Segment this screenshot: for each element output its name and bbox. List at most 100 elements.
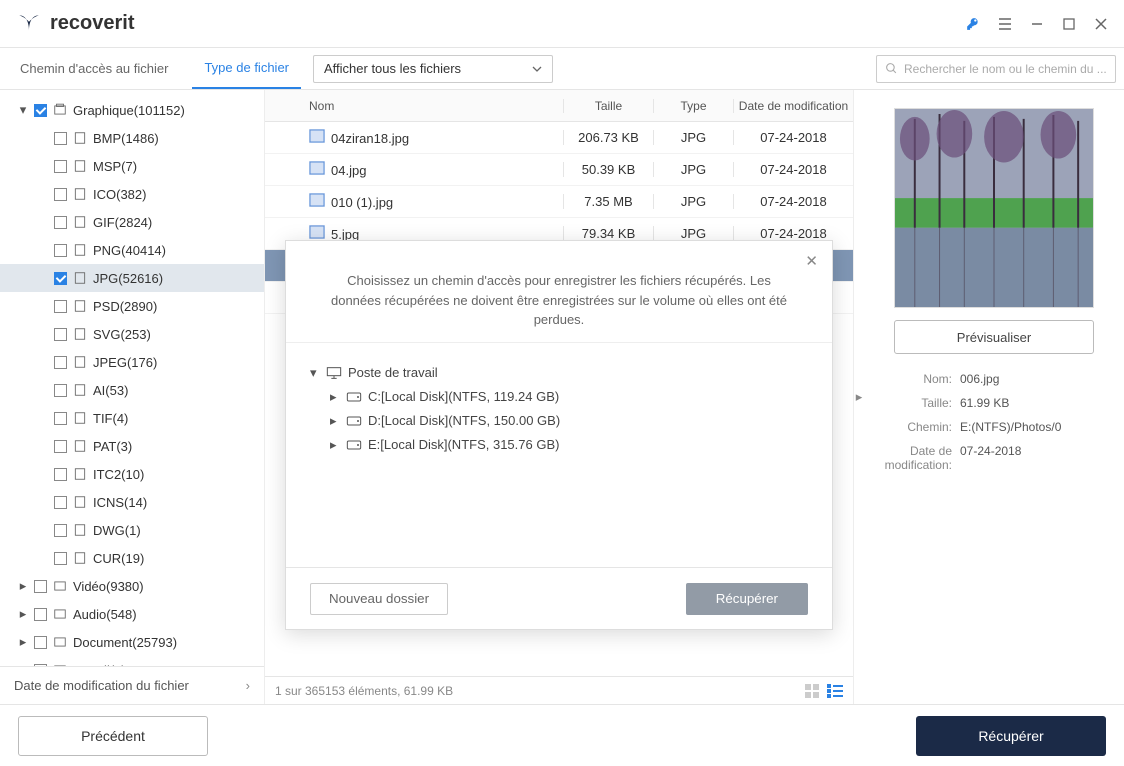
tree-category[interactable]: ▸ E-mail(2) [0, 656, 264, 666]
checkbox[interactable] [54, 132, 67, 145]
date-filter[interactable]: Date de modification du fichier › [0, 666, 264, 704]
checkbox[interactable] [54, 384, 67, 397]
folder-icon [53, 103, 67, 117]
dialog-disk-item[interactable]: ▸ D:[Local Disk](NTFS, 150.00 GB) [302, 409, 816, 433]
header-date[interactable]: Date de modification [733, 99, 853, 113]
checkbox[interactable] [54, 356, 67, 369]
minimize-icon[interactable] [1030, 17, 1044, 31]
checkbox[interactable] [54, 468, 67, 481]
tree-label: AI(53) [93, 383, 128, 398]
tree-root-graphique[interactable]: ▾ Graphique(101152) [0, 96, 264, 124]
image-icon [309, 129, 325, 143]
tree-label: SVG(253) [93, 327, 151, 342]
tree-item[interactable]: JPEG(176) [0, 348, 264, 376]
maximize-icon[interactable] [1062, 17, 1076, 31]
tree-item[interactable]: MSP(7) [0, 152, 264, 180]
checkbox[interactable] [54, 412, 67, 425]
tree-item[interactable]: DWG(1) [0, 516, 264, 544]
tree-item[interactable]: ICNS(14) [0, 488, 264, 516]
new-folder-button[interactable]: Nouveau dossier [310, 583, 448, 615]
checkbox[interactable] [34, 636, 47, 649]
tree-item[interactable]: ICO(382) [0, 180, 264, 208]
search-input[interactable] [904, 62, 1107, 76]
tree-label: TIF(4) [93, 411, 128, 426]
disk-icon [346, 415, 362, 427]
image-icon [309, 161, 325, 175]
tree-item[interactable]: ITC2(10) [0, 460, 264, 488]
checkbox[interactable] [54, 244, 67, 257]
file-icon [73, 467, 87, 481]
checkbox[interactable] [54, 496, 67, 509]
header-size[interactable]: Taille [563, 99, 653, 113]
tree-category[interactable]: ▸ Vidéo(9380) [0, 572, 264, 600]
tree-item[interactable]: PAT(3) [0, 432, 264, 460]
tree-item[interactable]: SVG(253) [0, 320, 264, 348]
audio-icon [53, 607, 67, 621]
file-icon [73, 187, 87, 201]
previous-button[interactable]: Précédent [18, 716, 208, 756]
checkbox[interactable] [54, 272, 67, 285]
tree-label: ICO(382) [93, 187, 146, 202]
search-box[interactable] [876, 55, 1116, 83]
tree-item[interactable]: TIF(4) [0, 404, 264, 432]
key-icon[interactable] [966, 17, 980, 31]
video-icon [53, 579, 67, 593]
checkbox[interactable] [54, 552, 67, 565]
tree-label: Document(25793) [73, 635, 177, 650]
checkbox[interactable] [54, 300, 67, 313]
tree-label: CUR(19) [93, 551, 144, 566]
tree-item[interactable]: JPG(52616) [0, 264, 264, 292]
list-view-icon[interactable] [827, 684, 843, 698]
logo-icon [16, 11, 42, 37]
tab-path[interactable]: Chemin d'accès au fichier [8, 48, 180, 89]
tree-category[interactable]: ▸ Audio(548) [0, 600, 264, 628]
tree-item[interactable]: AI(53) [0, 376, 264, 404]
tree-item[interactable]: GIF(2824) [0, 208, 264, 236]
dialog-tree-root[interactable]: ▾ Poste de travail [302, 361, 816, 385]
tree-item[interactable]: CUR(19) [0, 544, 264, 572]
file-icon [73, 495, 87, 509]
preview-button[interactable]: Prévisualiser [894, 320, 1094, 354]
dialog-disk-item[interactable]: ▸ C:[Local Disk](NTFS, 119.24 GB) [302, 385, 816, 409]
tab-type[interactable]: Type de fichier [192, 48, 301, 89]
main: ▾ Graphique(101152) BMP(1486) MSP(7) ICO… [0, 90, 1124, 704]
checkbox[interactable] [54, 188, 67, 201]
close-icon[interactable] [1094, 17, 1108, 31]
tree-item[interactable]: BMP(1486) [0, 124, 264, 152]
tree-label: PNG(40414) [93, 243, 166, 258]
table-row[interactable]: 010 (1).jpg 7.35 MB JPG 07-24-2018 [265, 186, 853, 218]
document-icon [53, 635, 67, 649]
dialog-message: Choisissez un chemin d'accès pour enregi… [326, 271, 792, 330]
checkbox[interactable] [54, 160, 67, 173]
tree-label: GIF(2824) [93, 215, 152, 230]
checkbox[interactable] [54, 524, 67, 537]
tree-label: ICNS(14) [93, 495, 147, 510]
dialog-recover-button[interactable]: Récupérer [686, 583, 808, 615]
recover-button[interactable]: Récupérer [916, 716, 1106, 756]
file-icon [73, 243, 87, 257]
checkbox[interactable] [54, 440, 67, 453]
header-name[interactable]: Nom [305, 99, 563, 113]
filter-select[interactable]: Afficher tous les fichiers [313, 55, 553, 83]
table-row[interactable]: 04ziran18.jpg 206.73 KB JPG 07-24-2018 [265, 122, 853, 154]
tree-item[interactable]: PNG(40414) [0, 236, 264, 264]
tree-label: Audio(548) [73, 607, 137, 622]
preview-pane: Prévisualiser Nom:006.jpg Taille:61.99 K… [864, 90, 1124, 704]
tree-category[interactable]: ▸ Document(25793) [0, 628, 264, 656]
tree-label: BMP(1486) [93, 131, 159, 146]
table-row[interactable]: 04.jpg 50.39 KB JPG 07-24-2018 [265, 154, 853, 186]
tree-item[interactable]: PSD(2890) [0, 292, 264, 320]
menu-icon[interactable] [998, 17, 1012, 31]
checkbox[interactable] [34, 608, 47, 621]
dialog-close-icon[interactable]: ✕ [805, 251, 818, 274]
expand-preview-icon[interactable]: ▸ [854, 90, 864, 704]
grid-view-icon[interactable] [805, 684, 821, 698]
checkbox[interactable] [54, 216, 67, 229]
preview-image [894, 108, 1094, 308]
checkbox[interactable] [34, 580, 47, 593]
dialog-disk-item[interactable]: ▸ E:[Local Disk](NTFS, 315.76 GB) [302, 433, 816, 457]
checkbox[interactable] [34, 104, 47, 117]
header-type[interactable]: Type [653, 99, 733, 113]
checkbox[interactable] [54, 328, 67, 341]
file-icon [73, 551, 87, 565]
